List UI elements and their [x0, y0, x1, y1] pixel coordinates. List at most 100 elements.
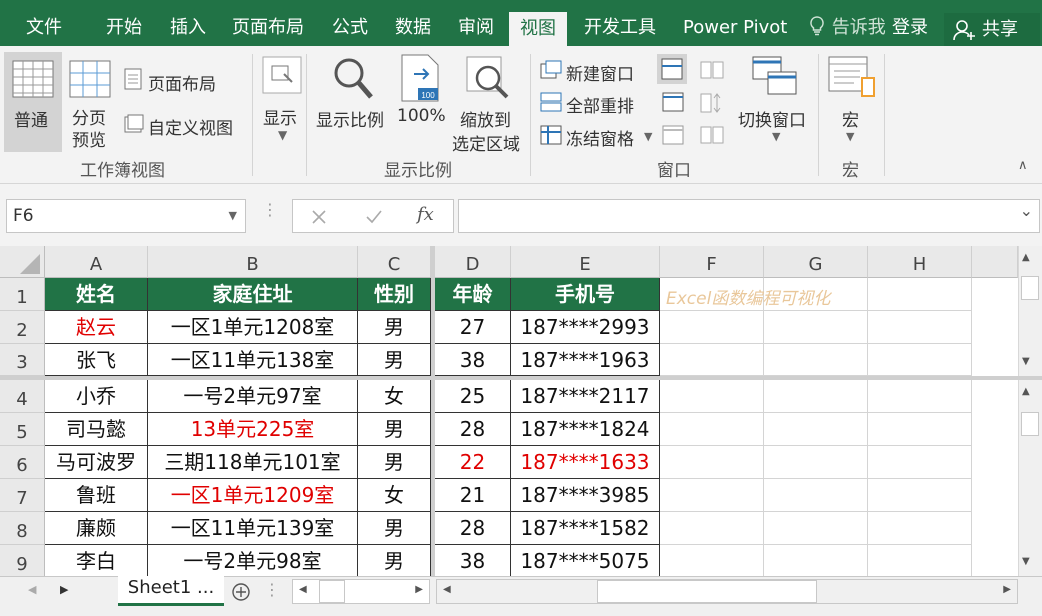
cell-A8[interactable]: 廉颇 [45, 512, 148, 545]
sheet-tab-sheet1[interactable]: Sheet1 ... [118, 576, 224, 606]
show-dropdown-icon[interactable]: ▼ [278, 128, 287, 142]
cell-E2[interactable]: 187****2993 [511, 311, 660, 344]
tab-file[interactable]: 文件 [26, 0, 62, 46]
cell-F4[interactable] [660, 380, 764, 413]
cell-G6[interactable] [764, 446, 868, 479]
row-header-5[interactable]: 5 [0, 413, 45, 446]
cell-F9[interactable] [660, 545, 764, 576]
name-box-dropdown-icon[interactable]: ▼ [229, 200, 237, 232]
hscroll-right-icon[interactable]: ▶ [1003, 584, 1011, 595]
row-header-3[interactable]: 3 [0, 344, 45, 376]
new-window-button[interactable]: 新建窗口 [566, 60, 634, 85]
select-all-corner[interactable] [0, 246, 45, 278]
cell-G4[interactable] [764, 380, 868, 413]
sheet-scroll-right-icon[interactable]: ▶ [60, 583, 68, 596]
vertical-pane-split[interactable] [431, 246, 435, 576]
cell-D5[interactable]: 28 [435, 413, 511, 446]
hscroll-thumb[interactable] [319, 580, 345, 603]
cell-F8[interactable] [660, 512, 764, 545]
switch-windows-dropdown-icon[interactable]: ▼ [772, 130, 780, 143]
cell-D1[interactable]: 年龄 [435, 278, 511, 311]
sheet-scroll-left-icon[interactable]: ◀ [28, 583, 36, 596]
cell-H7[interactable] [868, 479, 972, 512]
tab-review[interactable]: 审阅 [458, 0, 494, 46]
cell-B9[interactable]: 一号2单元98室 [148, 545, 358, 576]
cell-C3[interactable]: 男 [358, 344, 431, 376]
row-header-8[interactable]: 8 [0, 512, 45, 545]
cell-D8[interactable]: 28 [435, 512, 511, 545]
row-header-2[interactable]: 2 [0, 311, 45, 344]
zoom-100-button[interactable]: 100% [397, 106, 446, 126]
cell-F6[interactable] [660, 446, 764, 479]
expand-formula-bar-icon[interactable]: ⌄ [1020, 201, 1033, 220]
tab-home[interactable]: 开始 [106, 0, 142, 46]
custom-view-button[interactable]: 自定义视图 [148, 114, 233, 139]
horizontal-pane-split[interactable] [0, 376, 1042, 380]
zoom-to-selection-label-1[interactable]: 缩放到 [460, 106, 511, 131]
row-header-4[interactable]: 4 [0, 380, 45, 413]
hscroll-thumb[interactable] [597, 580, 817, 603]
hscroll-left-icon[interactable]: ◀ [443, 584, 451, 595]
column-header-D[interactable]: D [435, 246, 511, 278]
cell-H4[interactable] [868, 380, 972, 413]
cell-H1[interactable] [868, 278, 972, 311]
cell-E7[interactable]: 187****3985 [511, 479, 660, 512]
cell-A5[interactable]: 司马懿 [45, 413, 148, 446]
cell-A2[interactable]: 赵云 [45, 311, 148, 344]
row-header-9[interactable]: 9 [0, 545, 45, 576]
cell-B8[interactable]: 一区11单元139室 [148, 512, 358, 545]
cell-E1[interactable]: 手机号 [511, 278, 660, 311]
cell-A1[interactable]: 姓名 [45, 278, 148, 311]
column-header-C[interactable]: C [358, 246, 431, 278]
row-header-1[interactable]: 1 [0, 278, 45, 311]
cell-C7[interactable]: 女 [358, 479, 431, 512]
top-pane-vertical-scrollbar[interactable]: ▲ ▼ [1018, 246, 1042, 376]
column-header-F[interactable]: F [660, 246, 764, 278]
show-button[interactable]: 显示 [263, 104, 297, 129]
cell-C6[interactable]: 男 [358, 446, 431, 479]
cell-A6[interactable]: 马可波罗 [45, 446, 148, 479]
column-header-A[interactable]: A [45, 246, 148, 278]
cell-E8[interactable]: 187****1582 [511, 512, 660, 545]
add-sheet-icon[interactable] [231, 582, 251, 602]
unhide-window-icon[interactable] [662, 125, 684, 145]
cell-C8[interactable]: 男 [358, 512, 431, 545]
login-link[interactable]: 登录 [892, 0, 928, 46]
row-header-7[interactable]: 7 [0, 479, 45, 512]
cell-D7[interactable]: 21 [435, 479, 511, 512]
switch-windows-button[interactable]: 切换窗口 [738, 106, 806, 131]
synchronous-scrolling-icon[interactable] [700, 92, 724, 114]
hscroll-right-icon[interactable]: ▶ [415, 584, 423, 595]
cell-C1[interactable]: 性别 [358, 278, 431, 311]
tab-formulas[interactable]: 公式 [332, 0, 368, 46]
left-pane-horizontal-scrollbar[interactable]: ◀ ▶ [292, 579, 430, 604]
cell-C9[interactable]: 男 [358, 545, 431, 576]
cell-B1[interactable]: 家庭住址 [148, 278, 358, 311]
column-header-E[interactable]: E [511, 246, 660, 278]
cell-D6[interactable]: 22 [435, 446, 511, 479]
arrange-all-button[interactable]: 全部重排 [566, 92, 634, 117]
macros-button[interactable]: 宏 [842, 106, 859, 131]
scroll-down-icon[interactable]: ▼ [1022, 356, 1030, 367]
cell-B3[interactable]: 一区11单元138室 [148, 344, 358, 376]
tell-me-box[interactable]: 告诉我 [808, 0, 886, 46]
cell-C4[interactable]: 女 [358, 380, 431, 413]
cell-D4[interactable]: 25 [435, 380, 511, 413]
scroll-thumb[interactable] [1021, 276, 1039, 300]
tab-developer[interactable]: 开发工具 [584, 0, 656, 46]
cell-E3[interactable]: 187****1963 [511, 344, 660, 376]
cell-B5[interactable]: 13单元225室 [148, 413, 358, 446]
page-layout-view-button[interactable]: 页面布局 [148, 70, 216, 95]
cell-B6[interactable]: 三期118单元101室 [148, 446, 358, 479]
cell-H3[interactable] [868, 344, 972, 376]
cell-B2[interactable]: 一区1单元1208室 [148, 311, 358, 344]
cell-C5[interactable]: 男 [358, 413, 431, 446]
cell-G7[interactable] [764, 479, 868, 512]
cell-E5[interactable]: 187****1824 [511, 413, 660, 446]
name-box[interactable]: F6 ▼ [6, 199, 246, 233]
page-break-preview-label-2[interactable]: 预览 [72, 126, 106, 151]
row-header-6[interactable]: 6 [0, 446, 45, 479]
cell-A9[interactable]: 李白 [45, 545, 148, 576]
cell-D3[interactable]: 38 [435, 344, 511, 376]
column-header-G[interactable]: G [764, 246, 868, 278]
